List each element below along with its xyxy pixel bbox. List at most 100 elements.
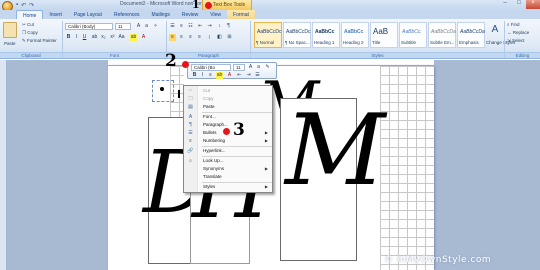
maximize-button[interactable]: □	[512, 0, 526, 9]
align-right-icon[interactable]: ≡	[187, 34, 194, 41]
mini-bullets-icon[interactable]: ☰	[254, 72, 261, 79]
ribbon-tabs: Home Insert Page Layout References Maili…	[0, 10, 540, 19]
selected-text-box[interactable]	[152, 80, 174, 102]
menu-item-label: Synonyms	[203, 166, 225, 171]
menu-item-look-up[interactable]: ⌕ Look Up...	[184, 157, 272, 165]
mini-format-painter-icon[interactable]: ✎	[264, 64, 271, 71]
mini-size-select[interactable]: 11	[233, 64, 245, 71]
paste-icon[interactable]	[3, 22, 17, 38]
mini-bold-button[interactable]: B	[191, 72, 198, 79]
mini-highlight-icon[interactable]: ab	[216, 72, 223, 79]
font-family-select[interactable]: Calibri (Body)	[65, 23, 113, 30]
change-case-icon[interactable]: Aa	[118, 34, 125, 41]
menu-item-translate[interactable]: Translate	[184, 173, 272, 181]
change-styles-icon[interactable]: A	[488, 24, 502, 38]
translate-icon	[187, 174, 194, 180]
annotation-number-2: 2	[165, 51, 177, 71]
align-left-icon[interactable]: ≡	[169, 34, 176, 41]
find-label: Find	[510, 22, 520, 27]
style-subtitle[interactable]: AaBbCc. Subtitle	[399, 22, 427, 48]
font-size-select[interactable]: 11	[115, 23, 131, 30]
styles-group-label: Styles	[251, 52, 504, 58]
select-button[interactable]: ⇲ Select	[507, 38, 525, 44]
shading-icon[interactable]: ◧	[216, 34, 223, 41]
menu-item-hyperlink[interactable]: 🔗 Hyperlink...	[184, 147, 272, 155]
strikethrough-icon[interactable]: ab	[91, 34, 98, 41]
tab-review[interactable]: Review	[176, 10, 204, 19]
underline-button[interactable]: U	[81, 34, 88, 41]
decrease-indent-icon[interactable]: ⇤	[197, 23, 204, 30]
style-heading-1[interactable]: AaBbCc Heading 1	[312, 22, 340, 48]
increase-indent-icon[interactable]: ⇥	[206, 23, 213, 30]
line-spacing-icon[interactable]: ↨	[206, 34, 213, 41]
style-title[interactable]: AaB Title	[370, 22, 398, 48]
annotation-dot-1	[205, 2, 212, 9]
style-heading-2[interactable]: AaBbCc Heading 2	[341, 22, 369, 48]
menu-item-label: Cut	[203, 88, 211, 93]
bullets-icon[interactable]: ☰	[169, 23, 176, 30]
minimize-button[interactable]: –	[498, 0, 512, 9]
grow-font-icon[interactable]: A	[135, 23, 142, 30]
clear-format-icon[interactable]: ✧	[152, 23, 159, 30]
find-button[interactable]: ⌕ Find	[507, 22, 520, 27]
format-painter-label: Format Painter	[27, 38, 57, 43]
mini-grow-font-icon[interactable]: A	[247, 64, 254, 71]
tab-insert[interactable]: Insert	[43, 10, 68, 19]
menu-item-font[interactable]: A Font...	[184, 113, 272, 121]
bold-button[interactable]: B	[65, 34, 72, 41]
menu-item-synonyms[interactable]: Synonyms ▶	[184, 165, 272, 173]
style-sample: AaBbCcDc	[257, 29, 282, 35]
numbering-icon[interactable]: ≡	[178, 23, 185, 30]
superscript-icon[interactable]: x²	[109, 34, 116, 41]
font-color-icon[interactable]: A	[140, 34, 147, 41]
redo-icon[interactable]: ↷	[29, 2, 34, 9]
tab-view[interactable]: View	[204, 10, 227, 19]
mini-increase-indent-icon[interactable]: ⇥	[245, 72, 252, 79]
show-marks-icon[interactable]: ¶	[225, 23, 232, 30]
close-button[interactable]: ×	[526, 0, 540, 9]
tab-references[interactable]: References	[108, 10, 146, 19]
align-center-icon[interactable]: ≡	[178, 34, 185, 41]
style-subtle-emphasis[interactable]: AaBbCcDa Subtle Em...	[428, 22, 456, 48]
mini-shrink-font-icon[interactable]: a	[255, 64, 262, 71]
sort-icon[interactable]: ↕	[216, 23, 223, 30]
mini-italic-button[interactable]: I	[199, 72, 206, 79]
style-name: Title	[372, 40, 381, 45]
menu-item-numbering[interactable]: ≡ Numbering ▶	[184, 137, 272, 145]
replace-button[interactable]: ↔ Replace	[507, 30, 529, 35]
menu-item-styles[interactable]: Styles ▶	[184, 183, 272, 191]
subscript-icon[interactable]: x₂	[100, 34, 107, 41]
style-emphasis[interactable]: AaBbCcDa Emphasis	[457, 22, 485, 48]
title-bar	[0, 0, 540, 10]
submenu-arrow-icon: ▶	[264, 130, 268, 135]
format-painter-button[interactable]: ✎ Format Painter	[22, 38, 57, 44]
menu-item-paste[interactable]: ▤ Paste	[184, 103, 272, 111]
shrink-font-icon[interactable]: a	[143, 23, 150, 30]
style-normal[interactable]: AaBbCcDc ¶ Normal	[254, 22, 282, 48]
watermark: © InMyOwnStyle.com	[384, 255, 492, 265]
mini-font-color-icon[interactable]: A	[226, 72, 233, 79]
cut-button[interactable]: ✂ Cut	[22, 22, 34, 28]
tab-mailings[interactable]: Mailings	[146, 10, 176, 19]
vertical-ruler	[0, 60, 7, 270]
mini-font-select[interactable]: Calibri (Bo	[191, 64, 231, 71]
style-sample: AaBbCc.	[402, 29, 422, 35]
editing-group-label: Editing	[505, 52, 540, 58]
highlight-icon[interactable]: ab	[130, 34, 137, 41]
borders-icon[interactable]: ⊞	[226, 34, 233, 41]
tab-home[interactable]: Home	[16, 10, 44, 19]
copy-button[interactable]: ❐ Copy	[22, 30, 38, 36]
undo-icon[interactable]: ↶	[21, 2, 26, 9]
mini-align-icon[interactable]: ≡	[207, 72, 214, 79]
paste-button[interactable]: Paste	[4, 41, 16, 46]
justify-icon[interactable]: ≡	[196, 34, 203, 41]
tab-page-layout[interactable]: Page Layout	[68, 10, 108, 19]
menu-item-label: Bullets	[203, 130, 217, 135]
italic-button[interactable]: I	[73, 34, 80, 41]
multilevel-list-icon[interactable]: ☷	[187, 23, 194, 30]
save-icon[interactable]: ▪	[16, 2, 18, 8]
mini-decrease-indent-icon[interactable]: ⇤	[236, 72, 243, 79]
tab-format[interactable]: Format	[227, 10, 255, 19]
font-icon: A	[188, 114, 193, 120]
style-no-spacing[interactable]: AaBbCcDc ¶ No Spac...	[283, 22, 311, 48]
